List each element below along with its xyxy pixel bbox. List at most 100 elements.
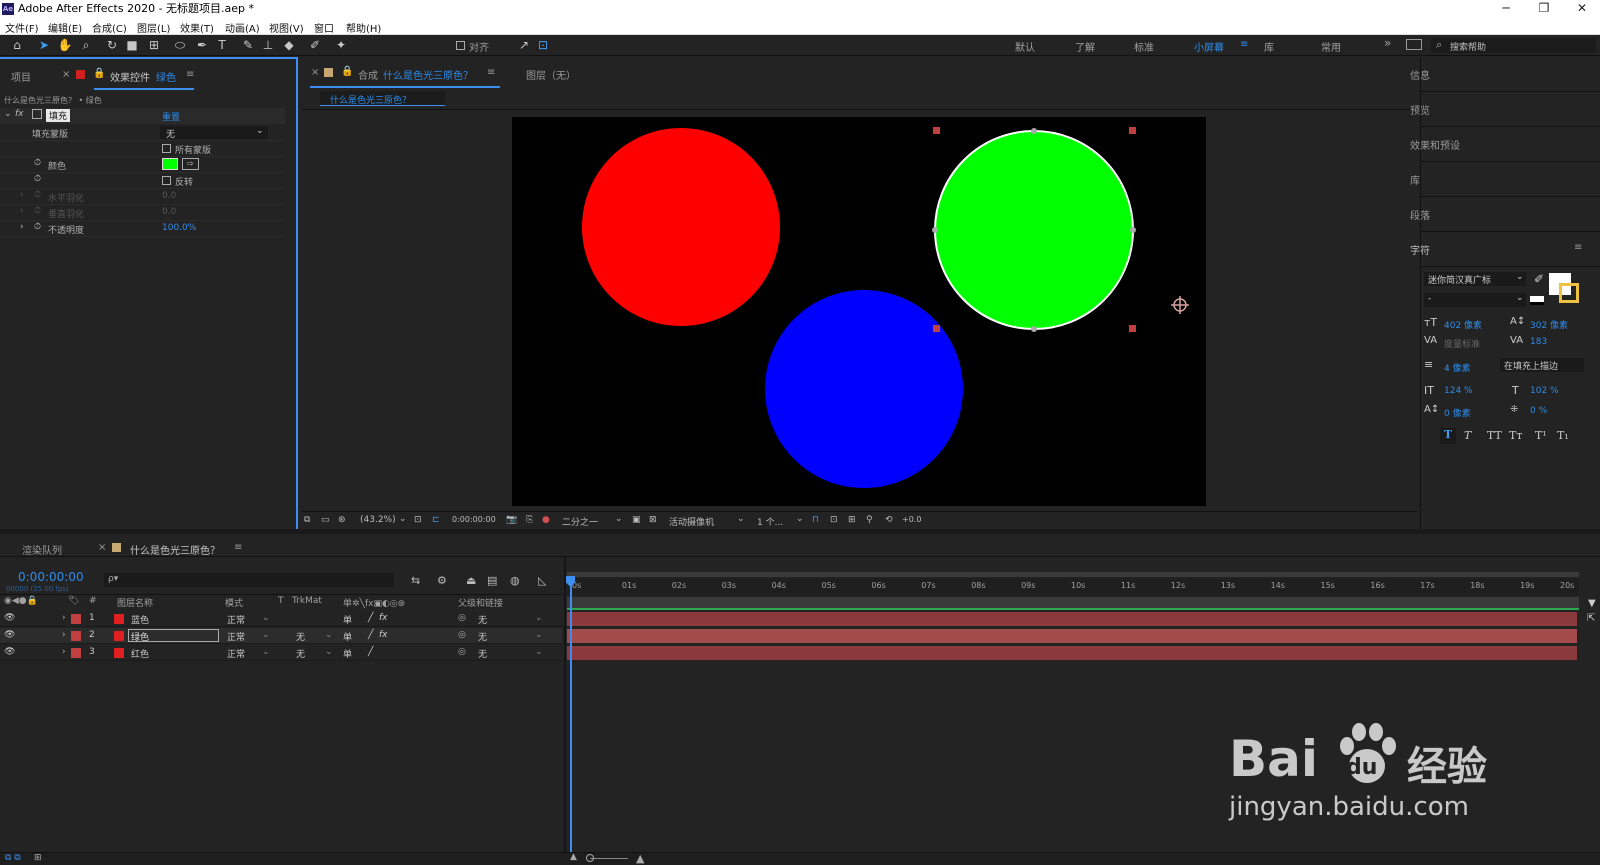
workspace-common[interactable]: 常用	[1321, 39, 1341, 54]
opacity-value[interactable]: 100.0%	[162, 223, 196, 233]
panel-menu-icon[interactable]: ≡	[234, 542, 242, 553]
parent-dropdown[interactable]: 无	[478, 613, 487, 626]
comp-viewer[interactable]	[512, 117, 1206, 506]
render-time-toggle-icon[interactable]: ⊞	[34, 853, 42, 863]
tab-timeline-comp[interactable]: 什么是色光三原色？	[130, 542, 220, 557]
tsume-value[interactable]: 0 %	[1530, 406, 1547, 416]
comp-subtab[interactable]: 什么是色光三原色？	[320, 91, 445, 106]
pickwhip-icon[interactable]: ◎	[458, 613, 466, 623]
effect-reset-link[interactable]: 重置	[162, 110, 180, 123]
tab-effect-controls[interactable]: 效果控件	[110, 69, 150, 84]
panel-menu-icon[interactable]: ≡	[186, 69, 194, 80]
expand-chevron-icon[interactable]: ›	[62, 647, 66, 657]
resolution-dropdown[interactable]: 二分之一	[562, 515, 598, 528]
invert-checkbox[interactable]	[162, 176, 171, 185]
vertical-scale-value[interactable]: 124 %	[1444, 386, 1473, 396]
roto-brush-tool-icon[interactable]: ✐	[307, 38, 323, 53]
layer-name[interactable]: 蓝色	[131, 613, 149, 626]
faux-italic-button[interactable]: T	[1464, 429, 1471, 442]
pickwhip-icon[interactable]: ◎	[458, 647, 466, 657]
channel-icon[interactable]: ●	[542, 515, 550, 525]
monitor-icon[interactable]: ▭	[321, 515, 330, 525]
effect-row-fill[interactable]: ⌄ fx 填充 重置	[0, 108, 285, 124]
fit-icon[interactable]: ⊡	[414, 515, 422, 525]
help-search-box[interactable]: ⌕ 搜索帮助	[1431, 38, 1596, 53]
layer-search-input[interactable]: ρ▾	[104, 573, 394, 587]
bounding-box-handle[interactable]	[933, 325, 940, 332]
font-style-dropdown[interactable]: - ⌄	[1424, 293, 1526, 307]
tab-layer[interactable]: 图层（无）	[526, 67, 576, 82]
layer-mode-dropdown[interactable]: 正常	[227, 647, 245, 660]
kerning-value[interactable]: 度量标准	[1444, 337, 1480, 350]
maximize-button[interactable]: ❐	[1526, 0, 1562, 18]
tab-composition[interactable]: 什么是色光三原色？	[383, 67, 473, 82]
timeline-icon[interactable]: ⊞	[848, 515, 856, 525]
current-time-indicator[interactable]	[570, 576, 572, 853]
tab-project[interactable]: 项目	[11, 69, 31, 84]
table-row[interactable]: 👁 › 2 绿色 正常 ⌄ 无 ⌄ 单 ╱ fx ◎ 无 ⌄	[0, 628, 562, 644]
home-icon[interactable]: ⌂	[9, 38, 25, 53]
stroke-color-swatch[interactable]	[1559, 283, 1579, 303]
layer-mode-dropdown[interactable]: 正常	[227, 613, 245, 626]
panel-menu-icon[interactable]: ≡	[487, 67, 495, 78]
font-family-dropdown[interactable]: 迷你简汉真广标 ⌄	[1424, 272, 1526, 286]
fx-switch-icon[interactable]: fx	[379, 613, 388, 623]
workspace-more-icon[interactable]: »	[1384, 36, 1391, 50]
show-snapshot-icon[interactable]: ⎘	[526, 515, 533, 525]
help-search-input[interactable]: 搜索帮助	[1450, 40, 1486, 53]
preview-toggle-icon[interactable]: ⧉	[304, 515, 310, 525]
fx-icon[interactable]: fx	[15, 109, 24, 119]
panel-preview[interactable]: 预览	[1410, 102, 1430, 117]
flowchart-icon[interactable]: ⚲	[866, 515, 873, 525]
grid-icon[interactable]: ⊏	[432, 515, 440, 525]
lock-icon[interactable]: 🔒	[341, 66, 353, 77]
eye-icon[interactable]: 👁	[4, 630, 15, 640]
workspace-default[interactable]: 默认	[1015, 39, 1035, 54]
close-button[interactable]: ✕	[1564, 0, 1600, 18]
eyedropper-icon[interactable]: ✐	[1534, 272, 1544, 286]
zoom-slider-handle[interactable]	[586, 854, 594, 862]
tab-render-queue[interactable]: 渲染队列	[22, 542, 62, 557]
tab-effect-controls-layer[interactable]: 绿色	[156, 69, 176, 84]
table-row[interactable]: 👁 › 1 蓝色 正常 ⌄ 单 ╱ fx ◎ 无 ⌄	[0, 611, 562, 627]
shy-switch-icon[interactable]: 单	[343, 630, 352, 643]
stroke-width-value[interactable]: 4 像素	[1444, 361, 1471, 374]
workspace-small-screen[interactable]: 小屏幕	[1194, 39, 1224, 54]
motion-blur-icon[interactable]: ◍	[510, 574, 520, 587]
menu-animation[interactable]: 动画(A)	[225, 20, 260, 35]
layer-switches-toggle-icon[interactable]: ⧉ ⧉	[5, 853, 21, 863]
brush-tool-icon[interactable]: ✎	[240, 38, 256, 53]
path-vertex[interactable]	[1130, 227, 1136, 233]
hand-tool-icon[interactable]: ✋	[57, 38, 73, 53]
zoom-out-icon[interactable]: ▲	[570, 852, 577, 862]
eye-icon[interactable]: 👁	[4, 613, 15, 623]
comp-canvas[interactable]	[512, 117, 1206, 506]
eyedropper-icon[interactable]: ⇨	[182, 158, 199, 170]
fill-mask-dropdown[interactable]: 无 ⌄	[160, 126, 268, 140]
expand-chevron-icon[interactable]: ›	[20, 190, 24, 200]
layer-duration-bar[interactable]	[567, 612, 1577, 626]
minimize-button[interactable]: ─	[1488, 0, 1524, 18]
stopwatch-icon[interactable]: ⏱	[34, 158, 41, 168]
graph-editor-icon[interactable]: ◺	[538, 574, 546, 587]
menu-view[interactable]: 视图(V)	[269, 20, 304, 35]
frame-blending-icon[interactable]: ▤	[487, 574, 497, 587]
zoom-in-icon[interactable]: ▲	[636, 852, 644, 865]
close-tab-icon[interactable]: ×	[311, 67, 319, 78]
workspace-libraries[interactable]: 库	[1264, 39, 1274, 54]
path-vertex[interactable]	[1031, 128, 1037, 134]
menu-help[interactable]: 帮助(H)	[346, 20, 381, 35]
type-tool-icon[interactable]: T	[214, 38, 230, 53]
path-vertex[interactable]	[1031, 326, 1037, 332]
snapshot-icon[interactable]: 📷	[506, 515, 517, 525]
horizontal-scale-value[interactable]: 102 %	[1530, 386, 1559, 396]
all-caps-button[interactable]: TT	[1487, 429, 1502, 442]
red-circle-layer[interactable]	[582, 128, 780, 326]
comp-button-icon[interactable]: ⇱	[1587, 613, 1595, 624]
panel-character[interactable]: 字符	[1410, 242, 1430, 257]
zoom-tool-icon[interactable]: ⌕	[78, 38, 94, 53]
fx-switch-icon[interactable]: fx	[379, 630, 388, 640]
baseline-shift-value[interactable]: 0 像素	[1444, 406, 1471, 419]
close-tab-icon[interactable]: ×	[98, 542, 106, 553]
roi-icon[interactable]: ▣	[632, 515, 641, 525]
